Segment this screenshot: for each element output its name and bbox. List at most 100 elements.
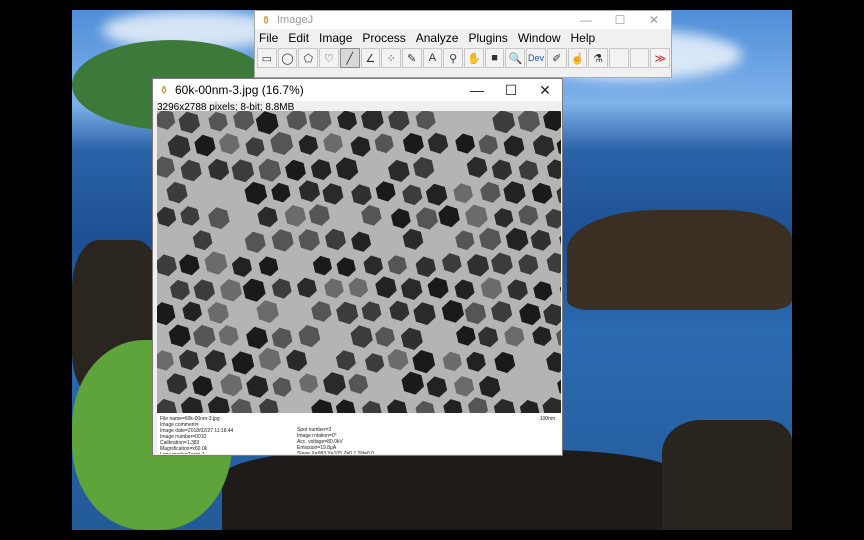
nanoparticle [259, 398, 279, 413]
wand-tool-icon[interactable]: ✎ [401, 48, 422, 68]
menu-process[interactable]: Process [362, 31, 405, 45]
tem-image-canvas[interactable] [157, 111, 561, 413]
close-button[interactable]: ✕ [637, 13, 671, 27]
text-tool-icon[interactable]: A [422, 48, 443, 68]
nanoparticle [157, 254, 177, 277]
nanoparticle [310, 159, 332, 181]
minimize-button[interactable]: — [569, 13, 603, 27]
nanoparticle [464, 302, 487, 325]
nanoparticle [157, 206, 177, 227]
nanoparticle [402, 228, 424, 250]
polygon-tool-icon[interactable]: ⬠ [298, 48, 319, 68]
nanoparticle [427, 132, 449, 154]
blank-tool-1[interactable] [608, 48, 629, 68]
pencil-tool-icon[interactable]: ✐ [546, 48, 567, 68]
brush-tool-icon[interactable]: ☝ [567, 48, 588, 68]
nanoparticle [480, 277, 503, 300]
color-picker-icon[interactable]: ■ [484, 48, 505, 68]
nanoparticle [387, 348, 409, 371]
nanoparticle [493, 398, 516, 413]
pipette-tool-icon[interactable]: ⚗ [588, 48, 608, 68]
freehand-tool-icon[interactable]: ♡ [319, 48, 339, 68]
oval-tool-icon[interactable]: ◯ [277, 48, 298, 68]
hand-tool-icon[interactable]: ✋ [464, 48, 484, 68]
caption-line: Stage X=983 Y=105 Z=0.1 Tilt=0.0 [297, 451, 374, 454]
nanoparticle [192, 230, 213, 251]
maximize-button[interactable]: ☐ [494, 82, 528, 99]
nanoparticle [391, 208, 411, 229]
nanoparticle [455, 230, 475, 251]
menu-window[interactable]: Window [518, 31, 561, 45]
menu-help[interactable]: Help [571, 31, 596, 45]
caption-middle-text: Spot number=3 Image rotation=0° Acc. volta… [297, 427, 374, 454]
nanoparticle [157, 350, 174, 371]
image-window[interactable]: ⚱ 60k-00nm-3.jpg (16.7%) — ☐ ✕ 3296x2788… [152, 78, 563, 456]
nanoparticle [208, 111, 228, 132]
nanoparticle [255, 111, 279, 135]
maximize-button[interactable]: ☐ [603, 13, 637, 27]
nanoparticle [530, 229, 552, 251]
nanoparticle [325, 228, 346, 251]
line-tool-icon[interactable]: ╱ [339, 48, 360, 68]
image-window-title: 60k-00nm-3.jpg (16.7%) [175, 83, 304, 97]
nanoparticle [519, 400, 540, 413]
menu-file[interactable]: File [259, 31, 278, 45]
nanoparticle [336, 257, 356, 277]
nanoparticle [518, 160, 539, 181]
nanoparticle [413, 157, 435, 179]
imagej-main-window[interactable]: ⚱ ImageJ — ☐ ✕ File Edit Image Process A… [254, 10, 672, 78]
nanoparticle [271, 182, 291, 203]
nanoparticle [413, 302, 436, 326]
nanoparticle [219, 133, 240, 155]
nanoparticle [193, 324, 216, 348]
image-window-titlebar[interactable]: ⚱ 60k-00nm-3.jpg (16.7%) — ☐ ✕ [153, 79, 562, 101]
nanoparticle [556, 329, 561, 346]
more-tools-icon[interactable]: ≫ [650, 48, 671, 68]
nanoparticle [412, 350, 436, 374]
nanoparticle [207, 302, 229, 324]
menu-plugins[interactable]: Plugins [468, 31, 507, 45]
magnifier-tool-icon[interactable]: ⚲ [443, 48, 464, 68]
nanoparticle [157, 156, 175, 178]
nanoparticle [166, 373, 188, 395]
blank-tool-2[interactable] [629, 48, 650, 68]
minimize-button[interactable]: — [460, 82, 494, 98]
nanoparticle [454, 376, 475, 397]
nanoparticle [491, 159, 513, 181]
nanoparticle [220, 279, 242, 302]
rectangle-tool-icon[interactable]: ▭ [257, 48, 277, 68]
nanoparticle [425, 183, 448, 206]
nanoparticle [442, 351, 462, 372]
nanoparticle [258, 158, 282, 182]
nanoparticle [389, 300, 410, 322]
menu-edit[interactable]: Edit [288, 31, 309, 45]
nanoparticle [245, 137, 265, 157]
nanoparticle [350, 325, 373, 348]
imagej-titlebar[interactable]: ⚱ ImageJ — ☐ ✕ [255, 11, 671, 29]
dev-tool-icon[interactable]: Dev [526, 48, 546, 68]
nanoparticle [348, 373, 369, 394]
angle-tool-icon[interactable]: ∠ [360, 48, 381, 68]
nanoparticle [494, 351, 516, 374]
nanoparticle [231, 351, 255, 375]
nanoparticle [426, 376, 448, 398]
nanoparticle [401, 371, 424, 395]
close-button[interactable]: ✕ [528, 82, 562, 99]
nanoparticle [208, 207, 230, 230]
point-tool-icon[interactable]: ⁘ [381, 48, 401, 68]
nanoparticle [335, 157, 359, 181]
nanoparticle [157, 398, 177, 413]
nanoparticle [270, 131, 294, 155]
search-tool-icon[interactable]: 🔍 [505, 48, 526, 68]
nanoparticle [182, 301, 202, 322]
nanoparticle [556, 187, 561, 204]
nanoparticle [336, 301, 359, 325]
menu-image[interactable]: Image [319, 31, 352, 45]
menu-analyze[interactable]: Analyze [416, 31, 459, 45]
nanoparticle [351, 184, 372, 206]
nanoparticle [546, 252, 561, 274]
nanoparticle [491, 252, 513, 275]
nanoparticle [361, 205, 382, 226]
nanoparticle [492, 111, 516, 134]
nanoparticle [337, 111, 357, 131]
